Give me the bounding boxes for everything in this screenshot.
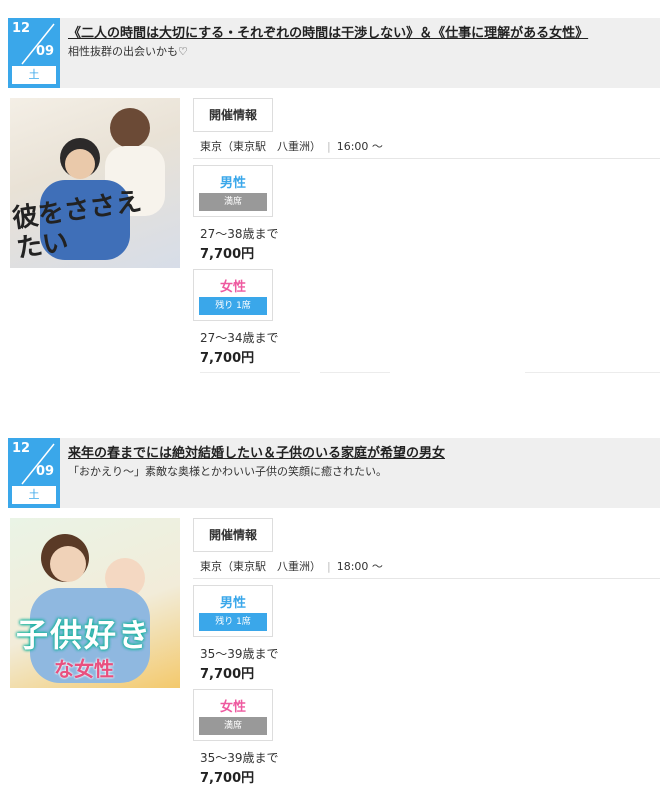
- divider: [193, 158, 660, 159]
- event-place: 東京（東京駅 八重洲） | 16:00 ～: [200, 138, 383, 154]
- female-label: 女性: [219, 700, 246, 715]
- female-label: 女性: [219, 280, 246, 295]
- event-header: 12 09 土 《二人の時間は大切にする・それぞれの時間は干渉しない》＆《仕事に…: [8, 18, 660, 88]
- date-month: 12: [12, 21, 31, 36]
- female-status-badge: 残り 1席: [199, 297, 267, 315]
- female-status-badge: 満席: [199, 717, 267, 735]
- male-box: 男性 残り 1席: [193, 585, 273, 637]
- male-box: 男性 満席: [193, 165, 273, 217]
- start-time: 16:00 ～: [336, 140, 383, 153]
- footer-line: [200, 372, 300, 373]
- date-day: 09: [36, 44, 55, 59]
- event-subtitle: 相性抜群の出会いかも♡: [68, 45, 188, 58]
- event-header: 12 09 土 来年の春までには絶対結婚したい＆子供のいる家庭が希望の男女 「お…: [8, 438, 660, 508]
- venue-text: 東京（東京駅 八重洲）: [200, 560, 321, 573]
- date-badge: 12 09 土: [8, 438, 60, 508]
- male-label: 男性: [219, 176, 246, 191]
- date-weekday: 土: [12, 486, 56, 504]
- separator: |: [327, 560, 331, 573]
- date-badge: 12 09 土: [8, 18, 60, 88]
- event-info-button[interactable]: 開催情報: [193, 518, 273, 552]
- event-thumbnail[interactable]: 子供好き な女性: [10, 518, 180, 688]
- date-month: 12: [12, 441, 31, 456]
- date-weekday: 土: [12, 66, 56, 84]
- thumbnail-caption-2: な女性: [54, 657, 114, 681]
- event-title-link[interactable]: 来年の春までには絶対結婚したい＆子供のいる家庭が希望の男女: [68, 442, 445, 461]
- female-age-range: 27～34歳まで: [200, 331, 279, 345]
- event-info-button[interactable]: 開催情報: [193, 98, 273, 132]
- footer-line: [525, 372, 660, 373]
- female-price: 7,700円: [200, 351, 255, 366]
- male-status-badge: 満席: [199, 193, 267, 211]
- thumbnail-caption-1: 子供好き: [16, 616, 153, 654]
- date-day: 09: [36, 464, 55, 479]
- start-time: 18:00 ～: [336, 560, 383, 573]
- divider: [193, 578, 660, 579]
- male-age-range: 27～38歳まで: [200, 227, 279, 241]
- male-age-range: 35～39歳まで: [200, 647, 279, 661]
- female-age-range: 35～39歳まで: [200, 751, 279, 765]
- male-label: 男性: [219, 596, 246, 611]
- male-price: 7,700円: [200, 667, 255, 682]
- female-box: 女性 残り 1席: [193, 269, 273, 321]
- footer-line: [320, 372, 390, 373]
- female-box: 女性 満席: [193, 689, 273, 741]
- event-place: 東京（東京駅 八重洲） | 18:00 ～: [200, 558, 383, 574]
- female-price: 7,700円: [200, 771, 255, 786]
- separator: |: [327, 140, 331, 153]
- event-title-link[interactable]: 《二人の時間は大切にする・それぞれの時間は干渉しない》＆《仕事に理解がある女性》: [68, 22, 588, 41]
- male-status-badge: 残り 1席: [199, 613, 267, 631]
- male-price: 7,700円: [200, 247, 255, 262]
- event-subtitle: 「おかえり～」素敵な奥様とかわいい子供の笑顔に癒されたい。: [68, 465, 387, 478]
- venue-text: 東京（東京駅 八重洲）: [200, 140, 321, 153]
- event-thumbnail[interactable]: 彼をささえたい: [10, 98, 180, 268]
